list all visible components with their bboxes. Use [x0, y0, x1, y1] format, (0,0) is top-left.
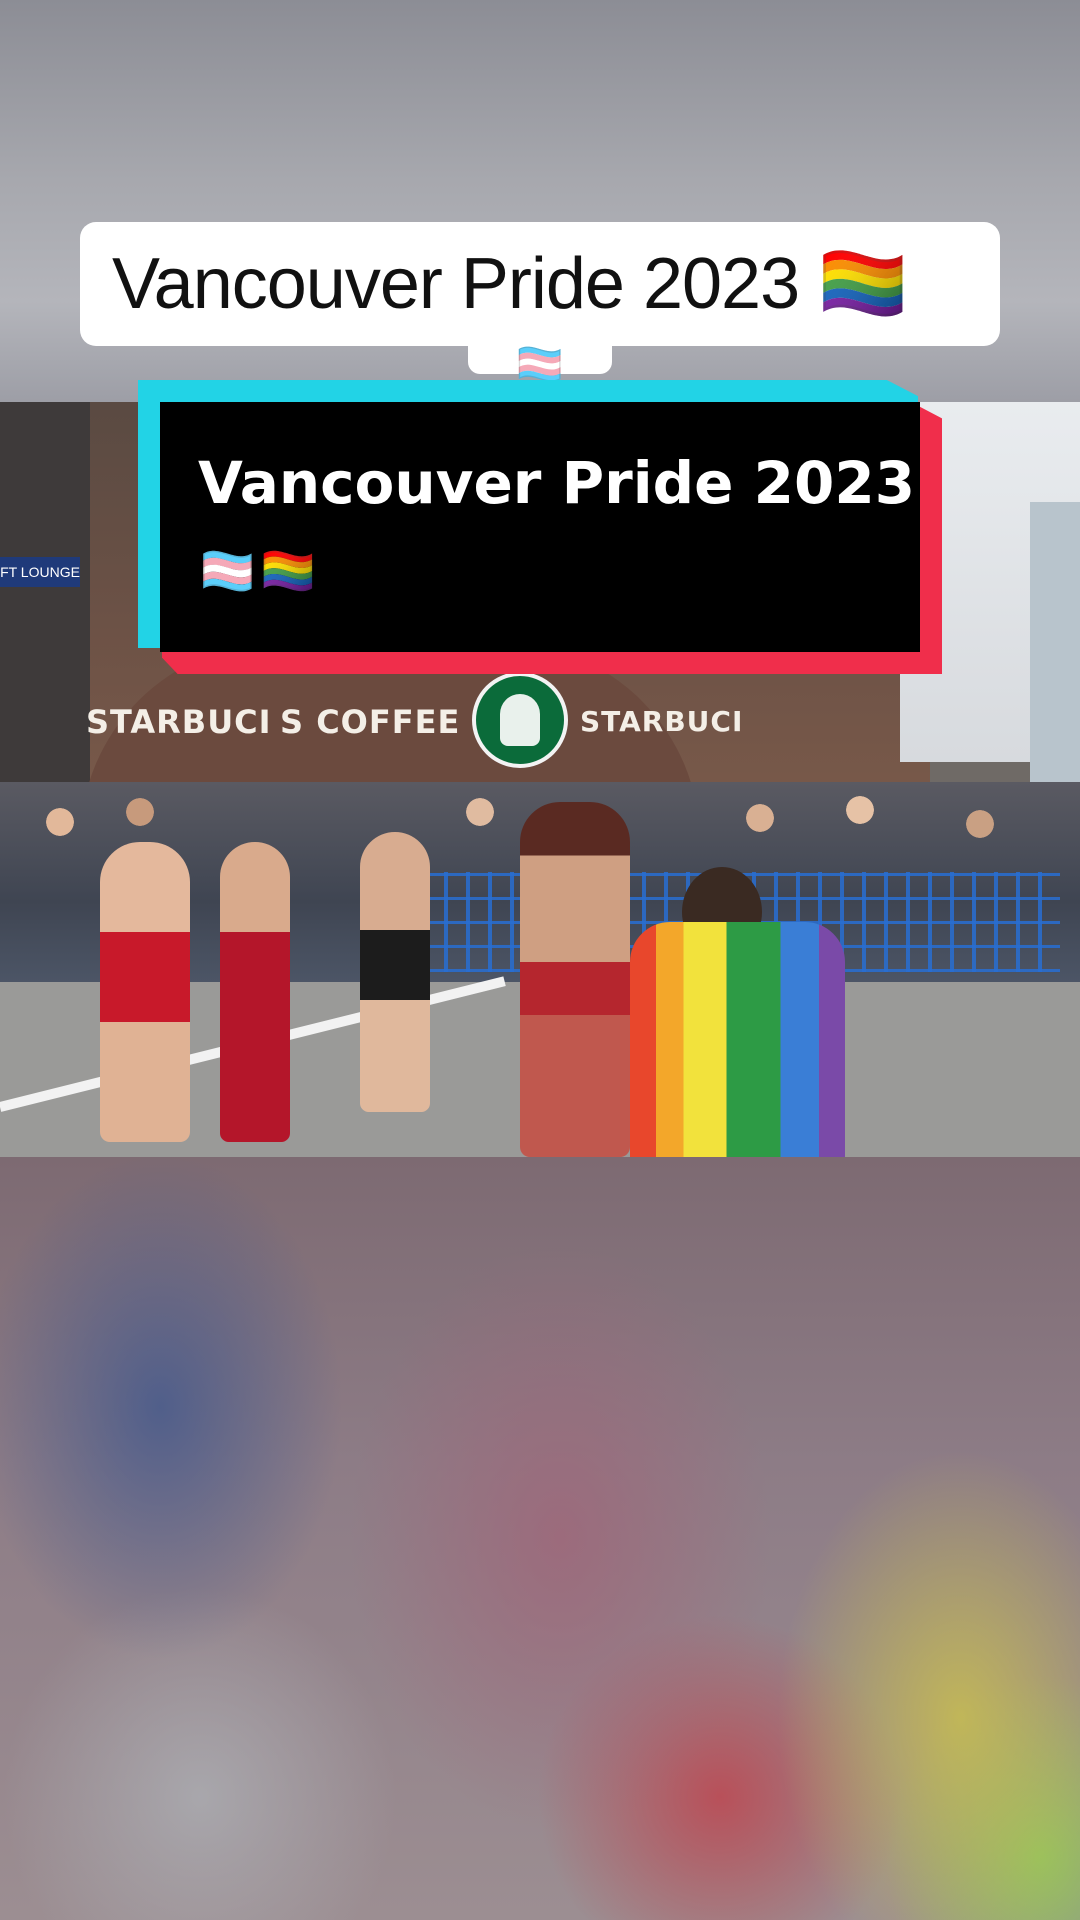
- building-left: [0, 402, 90, 822]
- rainbow-flag: [630, 922, 845, 1157]
- dancer: [100, 842, 190, 1142]
- storefront-left-text: STARBUCI: [86, 703, 272, 741]
- overlay-title: Vancouver Pride 2023: [198, 449, 916, 517]
- lounge-sign: FT LOUNGE: [0, 557, 80, 587]
- dancer: [520, 802, 630, 1157]
- dancer: [220, 842, 290, 1142]
- blurred-background-bottom: [0, 1157, 1080, 1920]
- caption-text: Vancouver Pride 2023 🏳️‍🌈: [112, 244, 908, 324]
- storefront-sign: STARBUCI S COFFEE STARBUCI: [80, 692, 742, 752]
- storefront-coffee-text: S COFFEE: [280, 703, 461, 741]
- caption-tail-flag: 🏳️‍⚧️: [516, 344, 564, 386]
- title-overlay-box: Vancouver Pride 2023 🏳️‍⚧️🏳️‍🌈: [160, 402, 920, 652]
- dancer: [360, 832, 430, 1112]
- tower: [1030, 502, 1080, 802]
- caption-card: Vancouver Pride 2023 🏳️‍🌈: [80, 222, 1000, 374]
- storefront-right-text: STARBUCI: [580, 705, 744, 738]
- coffee-logo: [472, 672, 568, 768]
- overlay-flags: 🏳️‍⚧️🏳️‍🌈: [200, 547, 322, 596]
